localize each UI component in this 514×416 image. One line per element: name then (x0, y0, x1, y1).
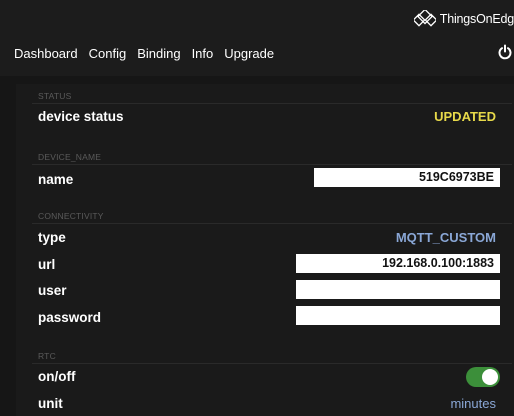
onoff-label: on/off (38, 369, 76, 384)
divider (32, 103, 512, 104)
unit-label: unit (38, 396, 63, 411)
name-label: name (38, 172, 74, 187)
device-status-value: UPDATED (434, 109, 496, 124)
rtc-toggle[interactable] (466, 367, 500, 387)
user-label: user (38, 283, 67, 298)
top-bar: ThingsOnEdg Dashboard Config Binding Inf… (0, 0, 514, 76)
device-status-label: device status (38, 109, 124, 124)
nav-binding[interactable]: Binding (137, 46, 180, 61)
config-panel: STATUS device status UPDATED DEVICE_NAME… (16, 84, 514, 416)
password-label: password (38, 310, 102, 325)
toggle-knob (482, 369, 498, 385)
type-value[interactable]: MQTT_CUSTOM (396, 230, 496, 245)
nav-dashboard[interactable]: Dashboard (14, 46, 78, 61)
brand-name: ThingsOnEdg (439, 12, 514, 26)
divider (32, 223, 512, 224)
user-field[interactable] (296, 280, 500, 299)
nav-upgrade[interactable]: Upgrade (224, 46, 274, 61)
power-icon[interactable] (498, 44, 512, 60)
name-field[interactable]: 519C6973BE (314, 168, 500, 187)
divider (32, 363, 512, 364)
main-nav: Dashboard Config Binding Info Upgrade (14, 46, 274, 61)
brand: ThingsOnEdg (413, 8, 514, 30)
url-field[interactable]: 192.168.0.100:1883 (296, 254, 500, 273)
section-connectivity: CONNECTIVITY (38, 211, 104, 221)
section-rtc: RTC (38, 351, 56, 361)
nav-config[interactable]: Config (89, 46, 127, 61)
type-label: type (38, 230, 66, 245)
password-field[interactable] (296, 306, 500, 325)
brand-logo-icon (413, 10, 436, 27)
nav-info[interactable]: Info (192, 46, 214, 61)
url-label: url (38, 257, 56, 272)
unit-value[interactable]: minutes (450, 396, 496, 411)
section-status: STATUS (38, 91, 72, 101)
section-device-name: DEVICE_NAME (38, 152, 102, 162)
divider (32, 164, 512, 165)
